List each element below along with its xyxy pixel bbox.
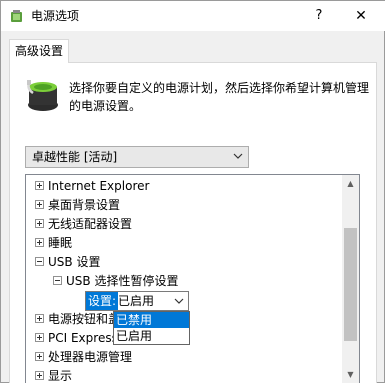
expand-icon[interactable]: [35, 333, 44, 342]
tree-item-pci-express[interactable]: PCI Express: [35, 329, 118, 348]
tab-advanced-settings[interactable]: 高级设置: [9, 39, 69, 63]
chevron-down-icon: [174, 298, 184, 304]
tree-item-label: PCI Express: [48, 331, 118, 345]
scrollbar-thumb[interactable]: [344, 228, 357, 341]
description-text: 选择你要自定义的电源计划，然后选择你希望计算机管理的电源设置。: [69, 81, 370, 113]
close-button[interactable]: ✕: [341, 3, 381, 29]
tree-item-desktop-background[interactable]: 桌面背景设置: [35, 196, 120, 215]
tree-item-processor-power[interactable]: 处理器电源管理: [35, 348, 132, 367]
tree-item-label: USB 设置: [48, 255, 101, 269]
usb-suspend-setting-select[interactable]: 设置: 已启用: [85, 291, 189, 311]
tree-item-label: 处理器电源管理: [48, 350, 133, 364]
collapse-icon[interactable]: [35, 257, 44, 266]
expand-icon[interactable]: [35, 200, 44, 209]
battery-plan-icon: [27, 80, 58, 111]
help-button[interactable]: ?: [301, 3, 337, 29]
chevron-down-icon: [233, 153, 243, 159]
tree-item-internet-explorer[interactable]: Internet Explorer: [35, 177, 149, 196]
expand-icon[interactable]: [35, 371, 44, 380]
vertical-scrollbar[interactable]: ▲ ▼: [342, 175, 359, 383]
tree-item-label: 电源按钮和盖: [48, 312, 121, 326]
tree-item-label: 桌面背景设置: [48, 198, 121, 212]
power-plan-select[interactable]: 卓越性能 [活动]: [25, 146, 249, 168]
settings-tree[interactable]: Internet Explorer 桌面背景设置 无线适配器设置 睡眠 USB …: [25, 174, 360, 383]
scroll-up-arrow[interactable]: ▲: [342, 175, 359, 192]
tree-item-usb-selective-suspend[interactable]: USB 选择性暂停设置: [53, 272, 178, 291]
tree-item-usb-settings[interactable]: USB 设置: [35, 253, 100, 272]
power-plan-value: 卓越性能 [活动]: [32, 150, 118, 164]
tree-item-label: USB 选择性暂停设置: [66, 274, 179, 288]
tree-item-label: 睡眠: [48, 236, 73, 250]
expand-icon[interactable]: [35, 314, 44, 323]
power-options-icon: [11, 10, 22, 22]
tree-item-wireless-adapter[interactable]: 无线适配器设置: [35, 215, 132, 234]
power-options-dialog: 电源选项 ? ✕ 高级设置 选择你要自定义的电源计划，然后选择你希望计算机管理的…: [0, 0, 385, 383]
option-enabled[interactable]: 已启用: [114, 328, 189, 344]
tree-item-label: Internet Explorer: [48, 179, 150, 193]
expand-icon[interactable]: [35, 219, 44, 228]
expand-icon[interactable]: [35, 181, 44, 190]
collapse-icon[interactable]: [53, 276, 62, 285]
expand-icon[interactable]: [35, 238, 44, 247]
expand-icon[interactable]: [35, 352, 44, 361]
tree-item-label: 无线适配器设置: [48, 217, 133, 231]
window-title: 电源选项: [31, 9, 80, 23]
setting-value: 已启用: [118, 294, 155, 308]
title-bar[interactable]: 电源选项 ? ✕: [1, 1, 385, 31]
tree-item-sleep[interactable]: 睡眠: [35, 234, 72, 253]
tree-item-label: 显示: [48, 369, 73, 383]
setting-dropdown-list[interactable]: 已禁用 已启用: [113, 311, 190, 345]
option-disabled[interactable]: 已禁用: [114, 312, 189, 328]
tree-item-power-buttons[interactable]: 电源按钮和盖: [35, 310, 120, 329]
scroll-down-arrow[interactable]: ▼: [342, 366, 359, 383]
setting-label: 设置:: [86, 292, 119, 310]
tree-item-display[interactable]: 显示: [35, 367, 72, 383]
